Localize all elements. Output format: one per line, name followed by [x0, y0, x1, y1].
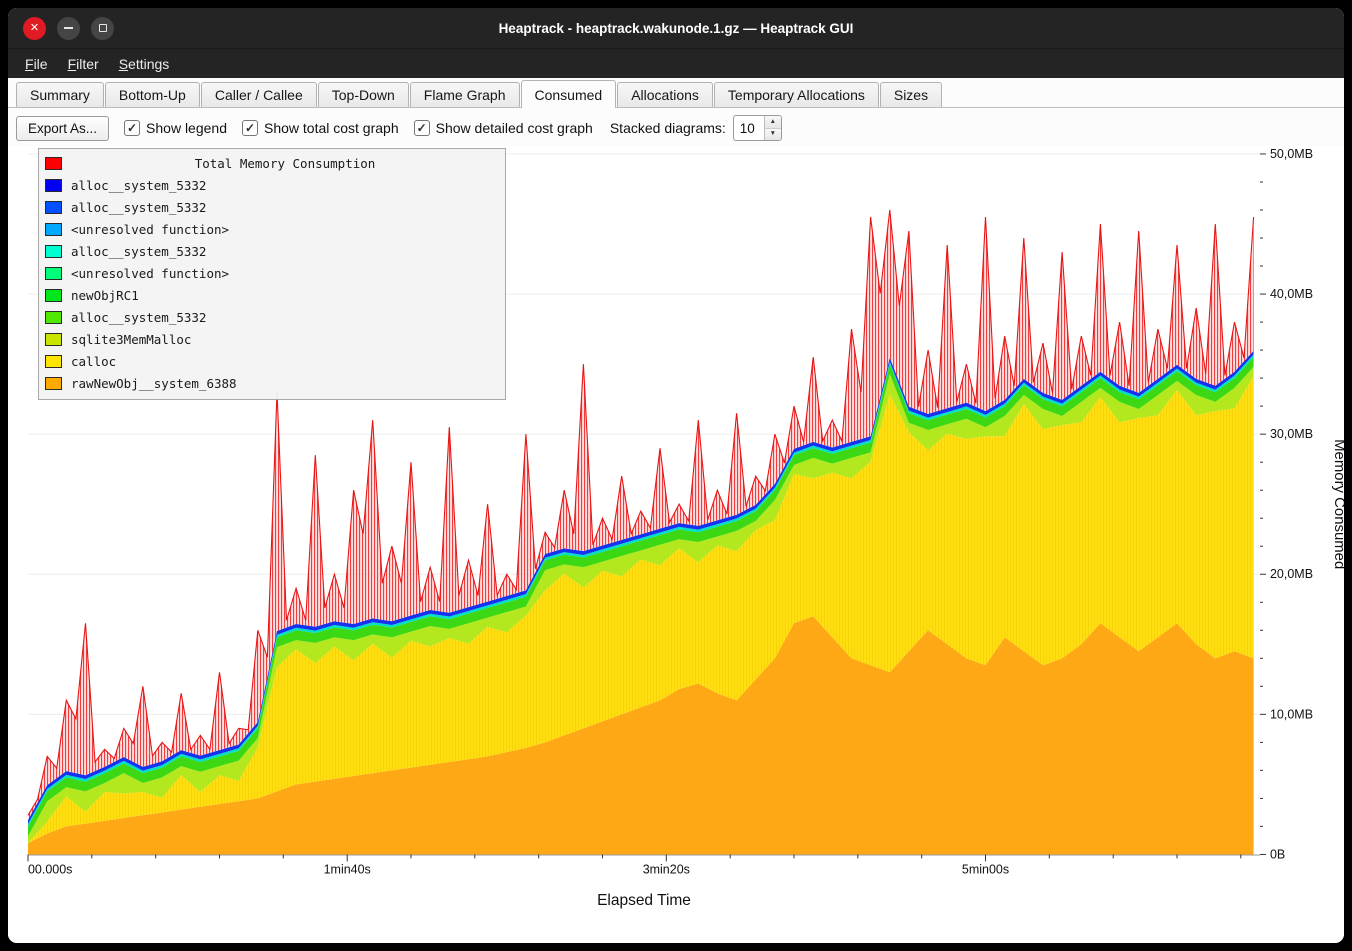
- x-tick-label: 3min20s: [643, 862, 690, 876]
- legend-entry: alloc__system_5332: [45, 174, 499, 196]
- tab-flame-graph[interactable]: Flame Graph: [410, 82, 520, 107]
- chart-legend: Total Memory Consumption alloc__system_53…: [38, 148, 506, 400]
- toolbar-checkboxes: ✓ Show legend ✓ Show total cost graph ✓ Show …: [124, 120, 593, 136]
- legend-entry: alloc__system_5332: [45, 196, 499, 218]
- checkbox-label: Show detailed cost graph: [436, 120, 593, 136]
- maximize-button[interactable]: [91, 17, 114, 40]
- checkbox-label: Show legend: [146, 120, 227, 136]
- spinbox-buttons: ▲ ▼: [764, 116, 781, 140]
- tab-sizes[interactable]: Sizes: [880, 82, 942, 107]
- tab-consumed[interactable]: Consumed: [521, 80, 617, 108]
- legend-entry-label: alloc__system_5332: [71, 244, 206, 259]
- stacked-diagrams-spinbox[interactable]: 10 ▲ ▼: [733, 115, 782, 141]
- close-button[interactable]: ✕: [23, 17, 46, 40]
- minimize-button[interactable]: [57, 17, 80, 40]
- legend-entry: sqlite3MemMalloc: [45, 328, 499, 350]
- legend-entry-label: alloc__system_5332: [71, 200, 206, 215]
- legend-entry-label: <unresolved function>: [71, 222, 229, 237]
- x-tick-label: 1min40s: [324, 862, 371, 876]
- checkbox-show-total-cost-graph[interactable]: ✓ Show total cost graph: [242, 120, 399, 136]
- legend-swatch-icon: [45, 223, 62, 236]
- chart-area: 0B 10,0MB 20,0MB 30,0MB 40,0MB 50,0MB 00.000s 1…: [8, 146, 1344, 943]
- spin-up-button[interactable]: ▲: [765, 116, 781, 129]
- stacked-diagrams-label: Stacked diagrams:: [610, 120, 726, 136]
- legend-entry-label: sqlite3MemMalloc: [71, 332, 191, 347]
- y-tick-label: 10,0MB: [1270, 707, 1313, 721]
- tab-temporary-allocations[interactable]: Temporary Allocations: [714, 82, 879, 107]
- y-tick-label: 20,0MB: [1270, 567, 1313, 581]
- legend-swatch-icon: [45, 267, 62, 280]
- tab-caller-callee[interactable]: Caller / Callee: [201, 82, 317, 107]
- legend-entry-label: <unresolved function>: [71, 266, 229, 281]
- maximize-icon: [99, 24, 107, 32]
- legend-entry-label: alloc__system_5332: [71, 310, 206, 325]
- legend-entry: <unresolved function>: [45, 262, 499, 284]
- legend-entry: alloc__system_5332: [45, 306, 499, 328]
- x-tick-label: 00.000s: [28, 862, 72, 876]
- window-controls: ✕: [23, 8, 114, 48]
- minimize-icon: [64, 27, 73, 29]
- x-axis-title: Elapsed Time: [597, 892, 691, 909]
- y-tick-label: 50,0MB: [1270, 147, 1313, 161]
- legend-swatch-icon: [45, 179, 62, 192]
- legend-entry-label: calloc: [71, 354, 116, 369]
- y-axis-title: Memory Consumed: [1331, 439, 1344, 569]
- y-tick-label: 30,0MB: [1270, 427, 1313, 441]
- menu-settings[interactable]: Settings: [110, 52, 179, 76]
- checkbox-label: Show total cost graph: [264, 120, 399, 136]
- legend-entry-label: alloc__system_5332: [71, 178, 206, 193]
- legend-entry-label: newObjRC1: [71, 288, 139, 303]
- legend-swatch-icon: [45, 201, 62, 214]
- legend-swatch-icon: [45, 377, 62, 390]
- legend-entry: rawNewObj__system_6388: [45, 372, 499, 394]
- tab-allocations[interactable]: Allocations: [617, 82, 713, 107]
- tab-top-down[interactable]: Top-Down: [318, 82, 409, 107]
- checkbox-mark-icon: ✓: [124, 120, 140, 136]
- close-icon: ✕: [30, 23, 39, 34]
- legend-swatch-icon: [45, 355, 62, 368]
- checkbox-show-legend[interactable]: ✓ Show legend: [124, 120, 227, 136]
- legend-entry: alloc__system_5332: [45, 240, 499, 262]
- titlebar[interactable]: ✕ Heaptrack - heaptrack.wakunode.1.gz — …: [8, 8, 1344, 48]
- checkbox-show-detailed-cost-graph[interactable]: ✓ Show detailed cost graph: [414, 120, 593, 136]
- checkbox-mark-icon: ✓: [414, 120, 430, 136]
- legend-swatch-total: [45, 157, 62, 170]
- legend-swatch-icon: [45, 289, 62, 302]
- legend-swatch-icon: [45, 333, 62, 346]
- tab-summary[interactable]: Summary: [16, 82, 104, 107]
- tab-bar: SummaryBottom-UpCaller / CalleeTop-DownF…: [8, 78, 1344, 108]
- legend-entry-label: rawNewObj__system_6388: [71, 376, 237, 391]
- toolbar: Export As... ✓ Show legend ✓ Show total cos…: [8, 108, 1344, 146]
- menubar: FileFilterSettings: [8, 48, 1344, 78]
- stacked-diagrams-value: 10: [734, 116, 764, 140]
- menu-file[interactable]: File: [16, 52, 57, 76]
- heaptrack-window: ✕ Heaptrack - heaptrack.wakunode.1.gz — …: [8, 8, 1344, 943]
- legend-entry: <unresolved function>: [45, 218, 499, 240]
- y-tick-label: 0B: [1270, 847, 1285, 861]
- x-tick-label: 5min00s: [962, 862, 1009, 876]
- spin-down-button[interactable]: ▼: [765, 129, 781, 141]
- checkbox-mark-icon: ✓: [242, 120, 258, 136]
- window-title: Heaptrack - heaptrack.wakunode.1.gz — He…: [8, 21, 1344, 36]
- menu-filter[interactable]: Filter: [59, 52, 108, 76]
- y-tick-label: 40,0MB: [1270, 287, 1313, 301]
- legend-swatch-icon: [45, 245, 62, 258]
- legend-entry: newObjRC1: [45, 284, 499, 306]
- legend-title-row: Total Memory Consumption: [45, 152, 499, 174]
- legend-entry: calloc: [45, 350, 499, 372]
- export-as-button[interactable]: Export As...: [16, 116, 109, 141]
- legend-swatch-icon: [45, 311, 62, 324]
- tab-bottom-up[interactable]: Bottom-Up: [105, 82, 200, 107]
- legend-title: Total Memory Consumption: [71, 156, 499, 171]
